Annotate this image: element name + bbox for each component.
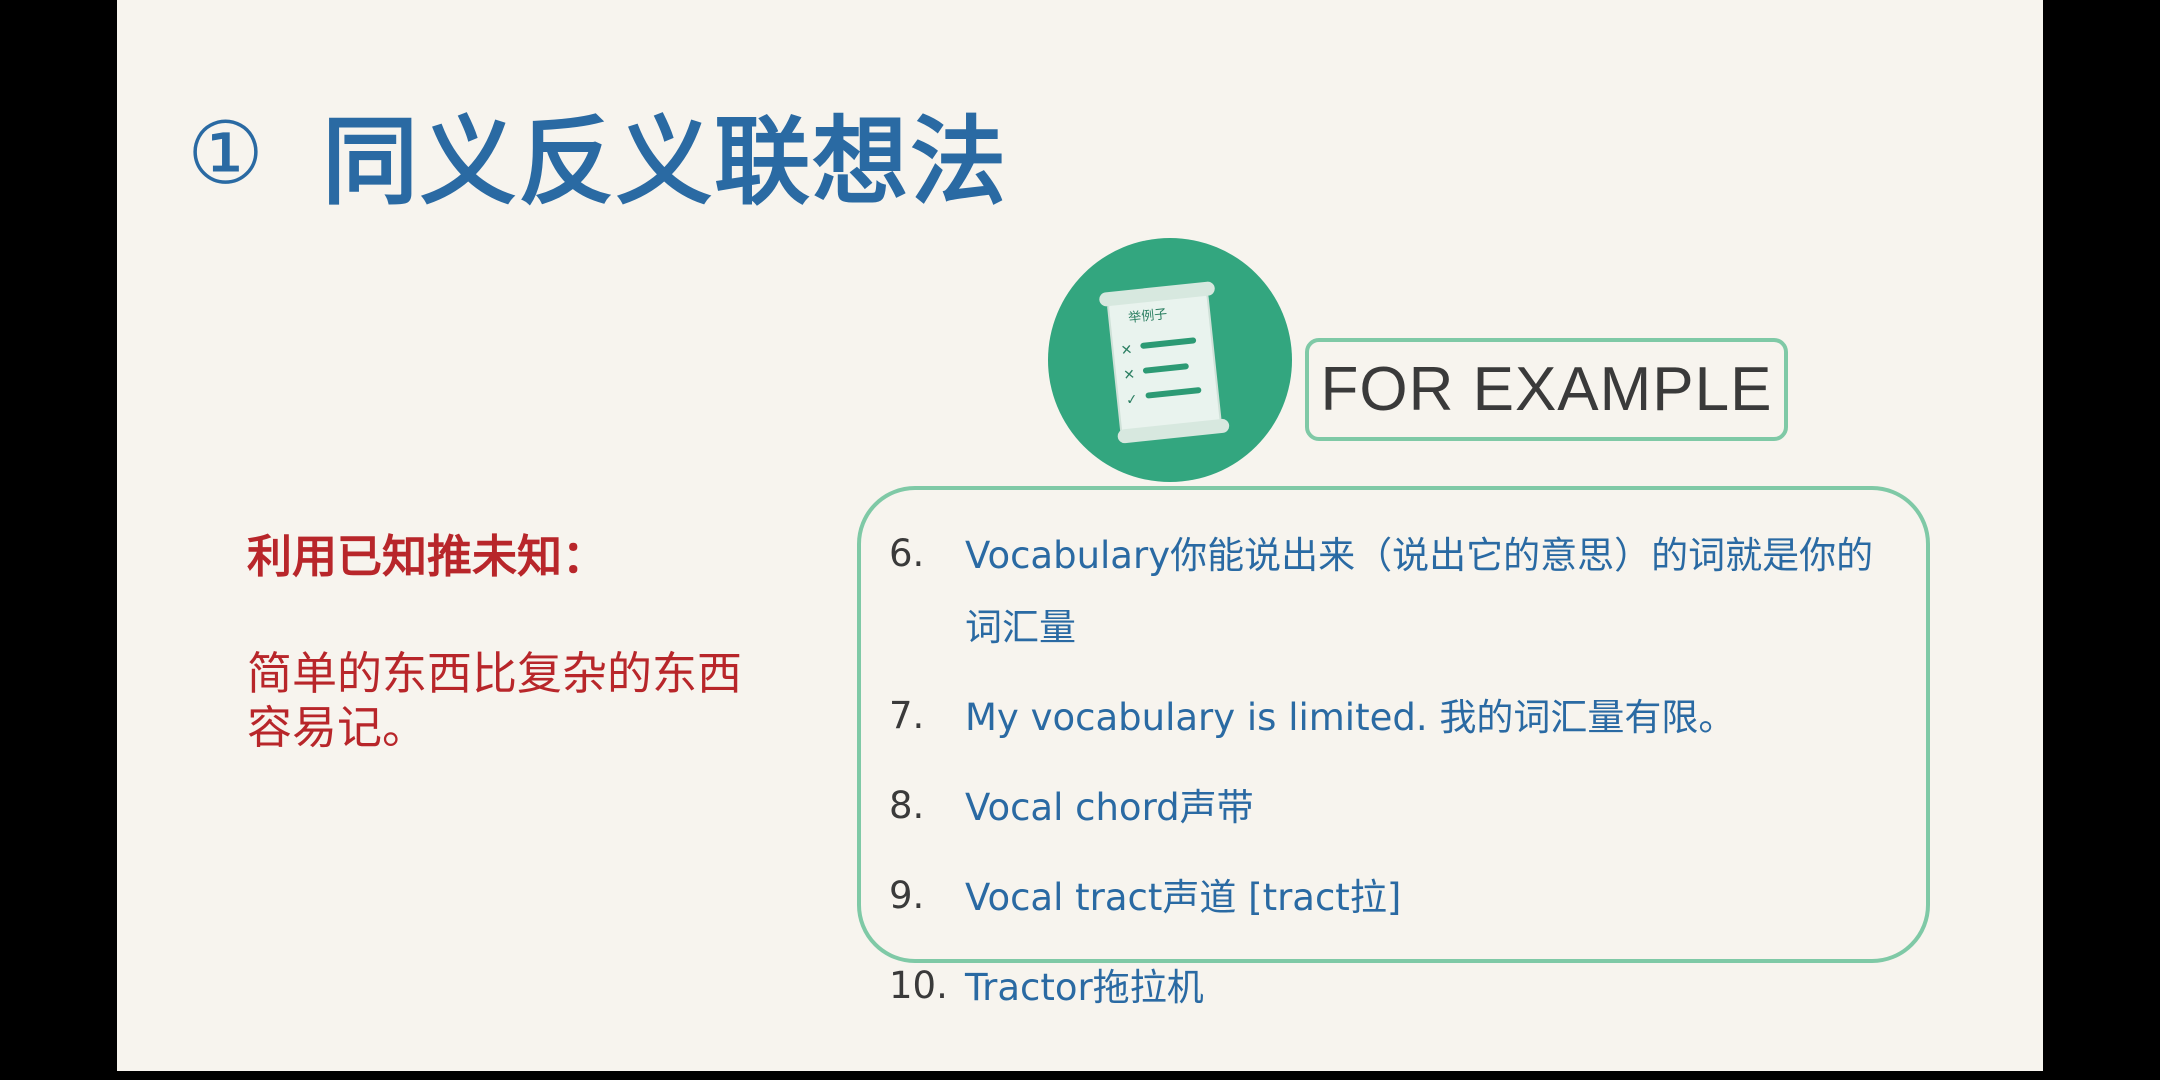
list-item: 9. Vocal tract声道 [tract拉] xyxy=(889,862,1899,934)
list-item: 10. Tractor拖拉机 xyxy=(889,952,1899,1024)
scroll-checklist-icon: 举例子 ✕ ✕ ✓ xyxy=(1099,281,1230,444)
slide: ① 同义反义联想法 举例子 ✕ ✕ ✓ FOR EXAMPLE 利用已知推未知：… xyxy=(117,0,2043,1071)
item-number: 9. xyxy=(889,874,925,917)
title-number: ① xyxy=(187,103,265,204)
item-text: My vocabulary is limited. 我的词汇量有限。 xyxy=(965,696,1736,739)
note-principle: 利用已知推未知： xyxy=(247,530,608,583)
note-explanation: 简单的东西比复杂的东西容易记。 xyxy=(247,647,743,754)
item-text: Tractor拖拉机 xyxy=(965,966,1204,1009)
item-number: 8. xyxy=(889,784,925,827)
svg-text:✕: ✕ xyxy=(1120,342,1133,359)
list-item: 6. Vocabulary你能说出来（说出它的意思）的词就是你的词汇量 xyxy=(889,520,1899,664)
video-frame: ① 同义反义联想法 举例子 ✕ ✕ ✓ FOR EXAMPLE 利用已知推未知：… xyxy=(0,0,2160,1080)
for-example-label-box: FOR EXAMPLE xyxy=(1305,338,1788,441)
examples-list: 6. Vocabulary你能说出来（说出它的意思）的词就是你的词汇量 7. M… xyxy=(889,520,1899,1042)
item-text: Vocabulary你能说出来（说出它的意思）的词就是你的词汇量 xyxy=(965,534,1874,649)
left-notes: 利用已知推未知： 简单的东西比复杂的东西容易记。 xyxy=(247,520,807,755)
item-text: Vocal chord声带 xyxy=(965,786,1254,829)
item-text: Vocal tract声道 [tract拉] xyxy=(965,876,1402,919)
slide-title: ① 同义反义联想法 xyxy=(187,84,1008,223)
item-number: 10. xyxy=(889,964,948,1007)
title-text: 同义反义联想法 xyxy=(322,106,1009,218)
examples-box: 6. Vocabulary你能说出来（说出它的意思）的词就是你的词汇量 7. M… xyxy=(857,486,1930,1009)
item-number: 7. xyxy=(889,694,925,737)
item-number: 6. xyxy=(889,532,925,575)
list-item: 7. My vocabulary is limited. 我的词汇量有限。 xyxy=(889,682,1899,754)
example-badge: 举例子 ✕ ✕ ✓ xyxy=(1048,238,1292,482)
list-item: 8. Vocal chord声带 xyxy=(889,772,1899,844)
svg-text:✕: ✕ xyxy=(1123,367,1136,384)
for-example-label: FOR EXAMPLE xyxy=(1320,355,1773,424)
svg-text:✓: ✓ xyxy=(1125,392,1138,409)
